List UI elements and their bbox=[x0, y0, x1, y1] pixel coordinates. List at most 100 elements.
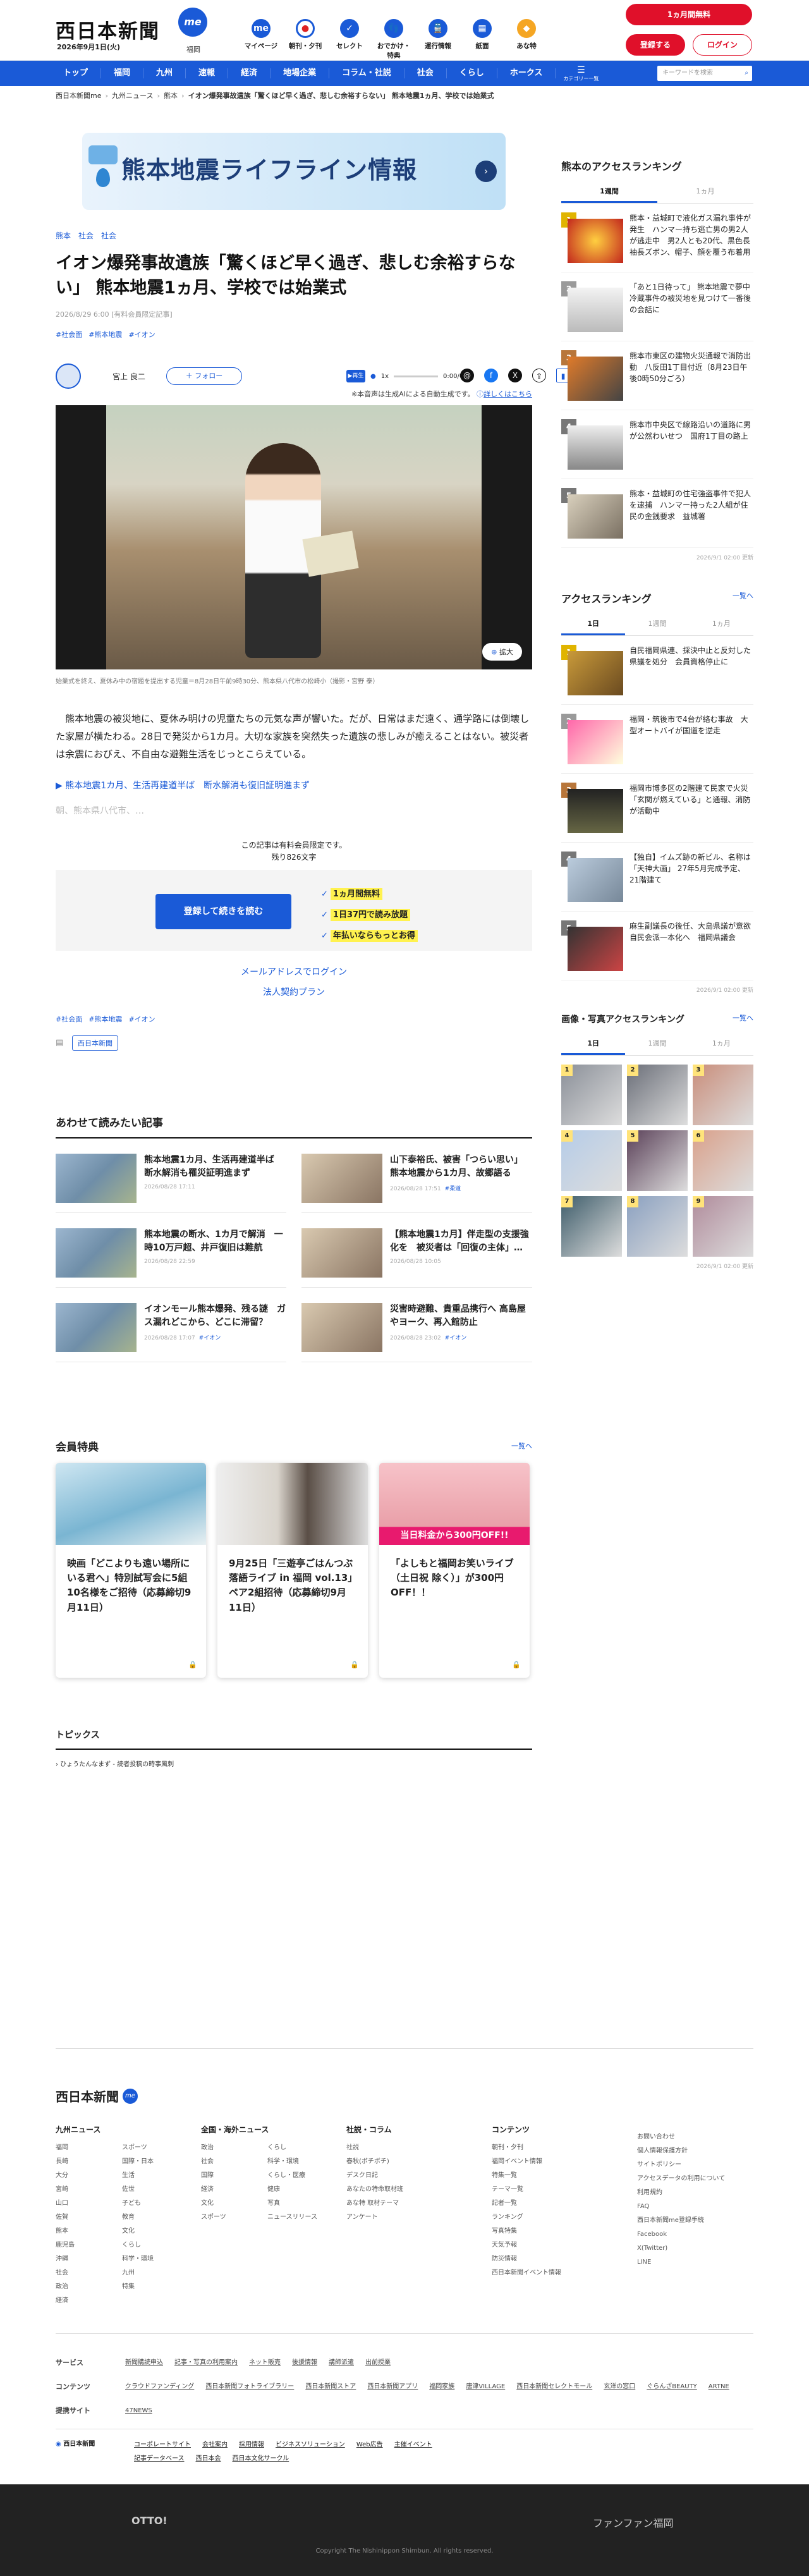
email-login-link[interactable]: メールアドレスでログイン bbox=[56, 962, 532, 982]
ranking-item[interactable]: 2福岡・筑後市で4台が絡む事故 大型オートバイが国道を逆走 bbox=[561, 705, 753, 774]
outing-link[interactable]: 👣 おでかけ・特典 bbox=[376, 19, 411, 60]
footer-link[interactable]: 佐賀 bbox=[56, 2211, 109, 2225]
company-logo[interactable]: ◉ 西日本新聞 bbox=[56, 2438, 125, 2448]
company-link[interactable]: ビジネスソリューション bbox=[276, 2438, 345, 2452]
footer-link[interactable]: テーマ一覧 bbox=[492, 2183, 612, 2197]
tab-week[interactable]: 1週間 bbox=[625, 613, 689, 635]
category-tag[interactable]: 社会 bbox=[78, 230, 94, 241]
footer-row-link[interactable]: 記事・写真の利用案内 bbox=[174, 2355, 238, 2371]
footer-link[interactable]: デスク日記 bbox=[346, 2169, 466, 2183]
footer-link[interactable]: 朝刊・夕刊 bbox=[492, 2141, 612, 2155]
hashtag[interactable]: #イオン bbox=[128, 1014, 155, 1024]
photo-thumbnail[interactable]: 4 bbox=[561, 1130, 622, 1191]
footer-link[interactable]: 西日本新聞me登録手続 bbox=[637, 2214, 726, 2228]
related-link[interactable]: ▶ 熊本地震1カ月、生活再建道半ば 断水解消も復旧証明進まず bbox=[56, 779, 532, 791]
footer-link[interactable]: 国際 bbox=[201, 2169, 255, 2183]
footer-link[interactable]: 長崎 bbox=[56, 2155, 109, 2169]
lifeline-banner[interactable]: 熊本地震ライフライン情報 › bbox=[82, 133, 506, 210]
facebook-icon[interactable]: f bbox=[484, 369, 498, 383]
footer-link[interactable]: X(Twitter) bbox=[637, 2242, 726, 2256]
corporate-plan-link[interactable]: 法人契約プラン bbox=[56, 982, 532, 1003]
company-link[interactable]: 会社案内 bbox=[202, 2438, 228, 2452]
company-link[interactable]: 西日本文化サークル bbox=[233, 2452, 289, 2466]
footer-link[interactable]: お問い合わせ bbox=[637, 2130, 726, 2144]
perk-card[interactable]: 映画「どこよりも遠い場所にいる君へ」特別試写会に5組10名様をご招待（応募締切9… bbox=[56, 1462, 206, 1678]
footer-link[interactable]: Facebook bbox=[637, 2228, 726, 2242]
photo-thumbnail[interactable]: 2 bbox=[627, 1065, 688, 1125]
search-input[interactable]: ⌕ キーワードを検索 bbox=[657, 66, 752, 81]
select-link[interactable]: ✓ セレクト bbox=[332, 19, 367, 60]
footer-row-link[interactable]: 西日本新聞アプリ bbox=[367, 2379, 418, 2395]
footer-link[interactable]: 防災情報 bbox=[492, 2252, 612, 2266]
photo-thumbnail[interactable]: 8 bbox=[627, 1196, 688, 1257]
login-button[interactable]: ログイン bbox=[693, 34, 752, 56]
related-card[interactable]: 【熊本地震1カ月】伴走型の支援強化を 被災者は「回復の主体」… 2026/08/2… bbox=[301, 1213, 532, 1288]
related-tag[interactable]: #イオン bbox=[199, 1335, 221, 1341]
ranking-item[interactable]: 1熊本・益城町で液化ガス漏れ事件が発生 ハンマー持ち逃亡男の男2人が逃走中 男2… bbox=[561, 204, 753, 272]
nav-economy[interactable]: 経済 bbox=[228, 68, 271, 78]
nav-column[interactable]: コラム・社説 bbox=[329, 68, 404, 78]
breadcrumb-item[interactable]: 熊本 bbox=[164, 86, 178, 106]
tab-month[interactable]: 1ヵ月 bbox=[657, 181, 753, 203]
tab-month[interactable]: 1ヵ月 bbox=[690, 1033, 753, 1055]
anataku-link[interactable]: ◆ あな特 bbox=[509, 19, 544, 60]
ranking-item[interactable]: 3福岡市博多区の2階建て民家で火災「玄関が燃えている」と通報、消防が活動中 bbox=[561, 774, 753, 843]
ranking-item[interactable]: 3熊本市東区の建物火災通報で消防出動 八反田1丁目付近（8月23日午後0時50分… bbox=[561, 341, 753, 410]
photo-thumbnail[interactable]: 6 bbox=[693, 1130, 753, 1191]
company-link[interactable]: 記事データベース bbox=[134, 2452, 185, 2466]
breadcrumb-item[interactable]: 西日本新聞me bbox=[56, 86, 101, 106]
footer-row-link[interactable]: ネット販売 bbox=[249, 2355, 281, 2371]
footer-link[interactable]: くらし bbox=[267, 2141, 321, 2155]
footer-link[interactable]: 社説 bbox=[346, 2141, 466, 2155]
ranking-item[interactable]: 2「あと1日待って」 熊本地震で夢中冷蔵事件の被災地を見つけて一番後の会話に bbox=[561, 272, 753, 341]
footer-link[interactable]: 福岡 bbox=[56, 2141, 109, 2155]
footer-link[interactable]: サイトポリシー bbox=[637, 2158, 726, 2172]
footer-link[interactable]: 九州 bbox=[122, 2266, 176, 2280]
photo-more-link[interactable]: 一覧へ bbox=[733, 1013, 753, 1025]
paper-link[interactable]: ▦ 紙面 bbox=[465, 19, 500, 60]
footer-row-link[interactable]: 新聞購読申込 bbox=[125, 2355, 163, 2371]
article-photo[interactable]: ⊕ 拡大 bbox=[56, 405, 532, 670]
ranking-item[interactable]: 4熊本市中央区で線路沿いの道路に男が公然わいせつ 国府1丁目の路上 bbox=[561, 410, 753, 479]
category-tag[interactable]: 熊本 bbox=[56, 230, 71, 241]
fanfan-logo[interactable]: ファンファン福岡 bbox=[593, 2515, 674, 2530]
play-icon[interactable]: ● bbox=[370, 373, 376, 380]
footer-link[interactable]: 個人情報保護方針 bbox=[637, 2144, 726, 2158]
trial-button[interactable]: 1ヵ月間無料 bbox=[626, 4, 752, 25]
footer-link[interactable]: 政治 bbox=[201, 2141, 255, 2155]
hashtag[interactable]: #熊本地震 bbox=[88, 329, 122, 339]
footer-link[interactable]: 経済 bbox=[56, 2294, 109, 2308]
footer-link[interactable]: くらし bbox=[122, 2238, 176, 2252]
footer-row-link[interactable]: 西日本新聞フォトライブラリー bbox=[205, 2379, 294, 2395]
photo-thumbnail[interactable]: 5 bbox=[627, 1130, 688, 1191]
footer-link[interactable]: アクセスデータの利用について bbox=[637, 2172, 726, 2186]
footer-link[interactable]: 西日本新聞イベント情報 bbox=[492, 2266, 612, 2280]
audio-play-button[interactable]: ▶再生 bbox=[346, 370, 365, 383]
footer-link[interactable]: LINE bbox=[637, 2256, 726, 2269]
tab-week[interactable]: 1週間 bbox=[625, 1033, 689, 1055]
footer-link[interactable]: 福岡イベント情報 bbox=[492, 2155, 612, 2169]
nav-kyushu[interactable]: 九州 bbox=[143, 68, 186, 78]
footer-link[interactable]: 教育 bbox=[122, 2211, 176, 2225]
photo-thumbnail[interactable]: 9 bbox=[693, 1196, 753, 1257]
footer-link[interactable]: スポーツ bbox=[201, 2211, 255, 2225]
perk-card[interactable]: 9月25日「三遊亭ごはんつぶ 落語ライブ in 福岡 vol.13」ペア2組招待… bbox=[217, 1462, 368, 1678]
register-button[interactable]: 登録する bbox=[626, 34, 685, 56]
source-chip[interactable]: 西日本新聞 bbox=[72, 1035, 118, 1051]
tab-week[interactable]: 1週間 bbox=[561, 181, 657, 203]
ranking-item[interactable]: 4【独自】イムズ跡の新ビル、名称は「天神大画」 27年5月完成予定、21階建て bbox=[561, 843, 753, 912]
footer-link[interactable]: 子ども bbox=[122, 2197, 176, 2211]
search-icon[interactable]: ⌕ bbox=[745, 66, 748, 81]
footer-row-link[interactable]: 講師派遣 bbox=[329, 2355, 354, 2371]
sponsor-logo[interactable]: OTTO! bbox=[131, 2515, 167, 2527]
nav-top[interactable]: トップ bbox=[51, 68, 102, 78]
photo-thumbnail[interactable]: 3 bbox=[693, 1065, 753, 1125]
related-card[interactable]: 熊本地震の断水、1カ月で解消 一時10万戸超、井戸復旧は難航 2026/08/28… bbox=[56, 1213, 286, 1288]
footer-link[interactable]: 記者一覧 bbox=[492, 2197, 612, 2211]
photo-thumbnail[interactable]: 1 bbox=[561, 1065, 622, 1125]
enlarge-button[interactable]: ⊕ 拡大 bbox=[482, 643, 522, 661]
footer-link[interactable]: FAQ bbox=[637, 2200, 726, 2214]
perks-more-link[interactable]: 一覧へ bbox=[511, 1441, 532, 1451]
newspaper-link[interactable]: ● 朝刊・夕刊 bbox=[288, 19, 323, 60]
category-menu-button[interactable]: ☰ カテゴリー一覧 bbox=[556, 65, 606, 82]
